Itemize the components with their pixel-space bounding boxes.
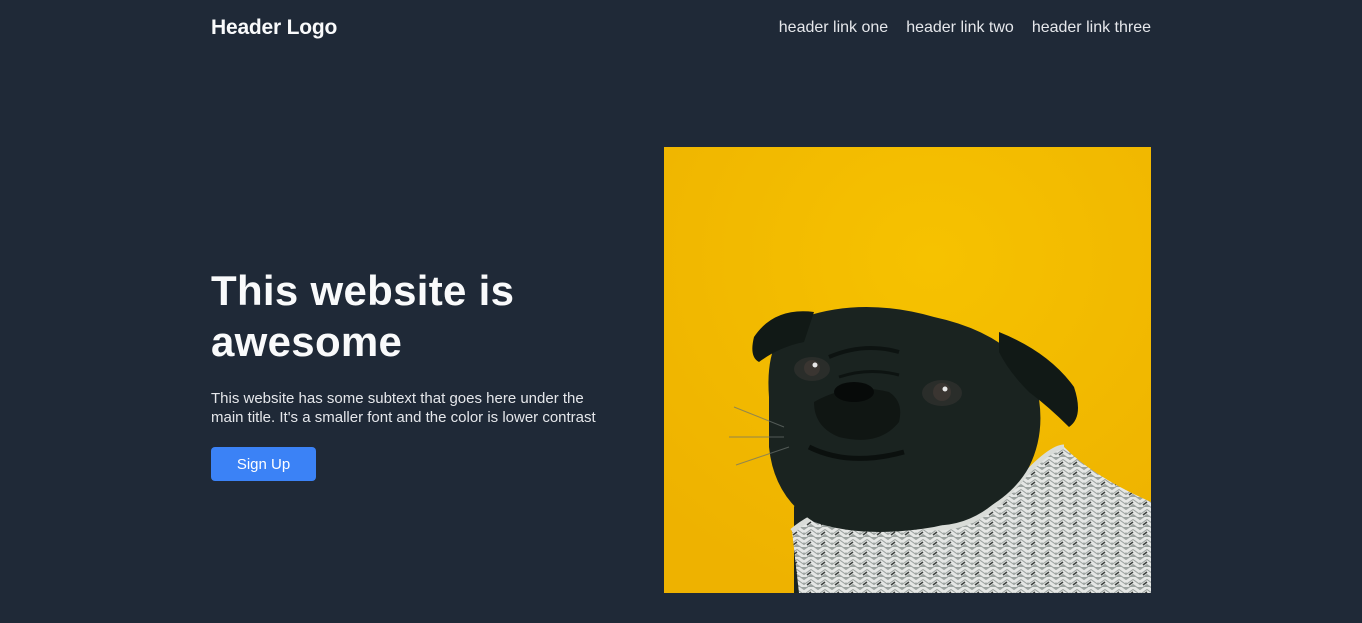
header-logo[interactable]: Header Logo [211, 16, 337, 40]
pug-photo-illustration [664, 147, 1151, 593]
hero-subtext-line-1: This website has some subtext that goes … [211, 390, 584, 407]
hero-text: This website is awesome This website has… [211, 265, 641, 481]
hero-title-line-1: This website is [211, 267, 515, 314]
hero-subtext-line-2: main title. It's a smaller font and the … [211, 409, 596, 426]
header-link-two[interactable]: header link two [906, 19, 1014, 37]
hero-subtext: This website has some subtext that goes … [211, 389, 641, 427]
hero-image [664, 147, 1151, 593]
sign-up-button[interactable]: Sign Up [211, 447, 316, 481]
header-link-one[interactable]: header link one [779, 19, 888, 37]
header-nav: header link one header link two header l… [779, 19, 1151, 37]
hero-title-line-2: awesome [211, 318, 403, 365]
header-link-three[interactable]: header link three [1032, 19, 1151, 37]
hero-title: This website is awesome [211, 265, 641, 367]
site-header: Header Logo header link one header link … [211, 0, 1151, 56]
